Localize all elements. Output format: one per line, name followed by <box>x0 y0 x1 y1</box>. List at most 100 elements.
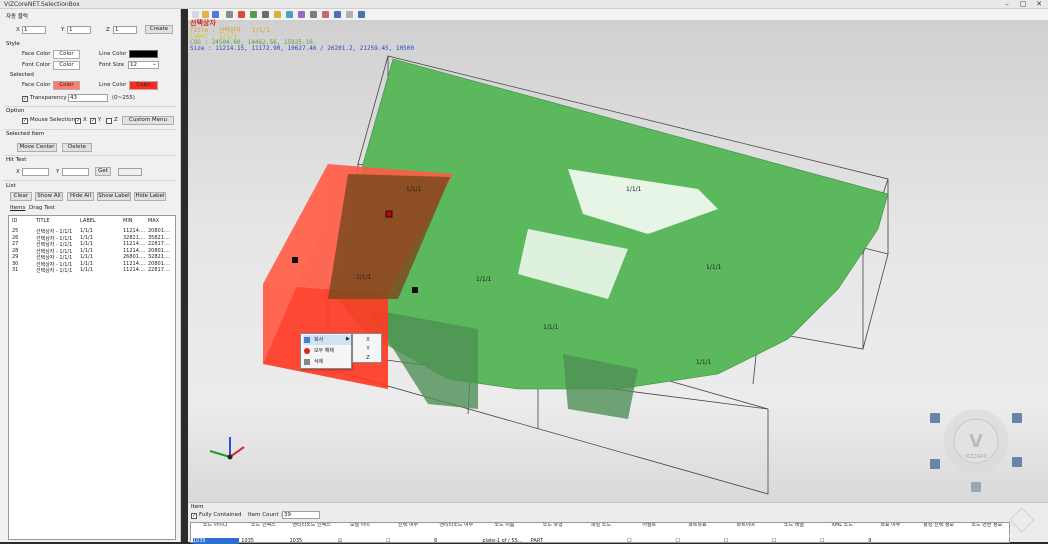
model-view[interactable]: 1/1/1 1/1/1 1/1/1 1/1/1 1/1/1 1/1/1 1/1/… <box>188 9 1048 502</box>
list-cell[interactable]: 11214.... <box>123 228 145 234</box>
sel-line-color-button[interactable]: Color <box>129 81 158 90</box>
list-cell[interactable]: 22817.... <box>148 241 170 247</box>
camera-icon[interactable] <box>286 11 293 18</box>
list-cell[interactable]: 35821.... <box>148 235 170 241</box>
get-button[interactable]: Get <box>95 167 111 176</box>
z-input[interactable]: 1 <box>113 26 137 34</box>
move-center-button[interactable]: Move Center <box>17 143 57 152</box>
grid-cell[interactable]: 9 <box>868 538 914 544</box>
grid-cell[interactable]: ☐ <box>675 538 721 544</box>
face-color-button[interactable]: Color <box>53 50 80 59</box>
grid-header[interactable]: 어셈트 <box>625 523 673 537</box>
list-cell[interactable]: 20801.... <box>148 228 170 234</box>
list-cell[interactable]: 1/1/1 <box>80 248 93 254</box>
grid-header[interactable]: 노드 인덱스 <box>239 523 287 537</box>
grid-header[interactable]: 엔티티노드 인덱스 <box>287 523 335 537</box>
grid-header[interactable]: 파트유효 <box>673 523 721 537</box>
grid-cell[interactable]: ☐ <box>772 538 818 544</box>
grid-header[interactable]: 선택 여부 <box>384 523 432 537</box>
list-header-id[interactable]: ID <box>12 218 17 224</box>
grid-cell[interactable]: 1035 <box>289 538 335 544</box>
settings-icon[interactable] <box>310 11 317 18</box>
grid-cell[interactable]: 1035 <box>241 538 287 544</box>
list-cell[interactable]: 1/1/1 <box>80 241 93 247</box>
sel-face-color-button[interactable]: Color <box>53 81 80 90</box>
render-icon[interactable] <box>250 11 257 18</box>
y-input[interactable]: 1 <box>67 26 91 34</box>
grid-cell[interactable]: ☐ <box>724 538 770 544</box>
font-color-button[interactable]: Color <box>53 61 80 70</box>
custom-menu-button[interactable]: Custom Menu <box>122 116 174 125</box>
tool-icon[interactable] <box>298 11 305 18</box>
grid-cell[interactable] <box>579 538 625 544</box>
save-icon[interactable] <box>212 11 219 18</box>
option-icon[interactable] <box>322 11 329 18</box>
menu-item-copy[interactable]: 복사 <box>303 335 351 345</box>
list-cell[interactable]: 20801.... <box>148 248 170 254</box>
view-cube-icon[interactable] <box>1012 413 1022 423</box>
menu-item-delete[interactable]: 삭제 <box>303 357 351 367</box>
submenu-item-x[interactable]: X <box>353 337 383 343</box>
grip-handle[interactable] <box>385 210 393 218</box>
submenu-item-z[interactable]: Z <box>353 355 383 361</box>
grid-header[interactable]: XML 노드 <box>818 523 866 537</box>
list-cell[interactable]: 31 <box>12 267 18 273</box>
list-cell[interactable]: 11214.... <box>123 241 145 247</box>
view-cube-icon[interactable] <box>1012 457 1022 467</box>
list-cell[interactable]: 25 <box>12 228 18 234</box>
grip-handle[interactable] <box>292 257 298 263</box>
list-cell[interactable]: 26 <box>12 235 18 241</box>
grid-cell[interactable]: ☑ <box>338 538 384 544</box>
line-color-swatch[interactable] <box>129 50 158 58</box>
list-cell[interactable]: 26801.... <box>123 254 145 260</box>
list-header-min[interactable]: MIN <box>123 218 133 224</box>
grid-header[interactable]: 활성 선택 정보 <box>915 523 963 537</box>
grid-header[interactable]: 엔티티노드 여부 <box>432 523 480 537</box>
grid-cell[interactable]: 6 <box>434 538 480 544</box>
list-cell[interactable]: 27 <box>12 241 18 247</box>
grid-header[interactable]: 좌표 여부 <box>866 523 914 537</box>
list-cell[interactable]: 1/1/1 <box>80 254 93 260</box>
open-icon[interactable] <box>202 11 209 18</box>
transparency-input[interactable]: 43 <box>68 94 108 102</box>
list-header-title[interactable]: TITLE <box>36 218 50 224</box>
tab-drag-test[interactable]: Drag Test <box>29 205 55 212</box>
list-header-label[interactable]: LABEL <box>80 218 96 224</box>
hit-y-input[interactable] <box>62 168 89 176</box>
list-header-max[interactable]: MAX <box>148 218 159 224</box>
measure-icon[interactable] <box>226 11 233 18</box>
about-icon[interactable] <box>358 11 365 18</box>
grid-header[interactable]: 노드 이름 <box>480 523 528 537</box>
delete-button[interactable]: Delete <box>62 143 92 152</box>
list-cell[interactable]: 1/1/1 <box>80 235 93 241</box>
view-cube-icon[interactable] <box>930 459 940 469</box>
view-cube-icon[interactable] <box>930 413 940 423</box>
list-cell[interactable]: 32821.... <box>148 254 170 260</box>
grip-handle[interactable] <box>412 287 418 293</box>
hide-all-button[interactable]: Hide All <box>67 192 94 201</box>
hide-label-button[interactable]: Hide Label <box>134 192 166 201</box>
menu-item-clear[interactable]: 모두 해제 <box>303 346 351 356</box>
list-cell[interactable]: 20801.... <box>148 261 170 267</box>
list-cell[interactable]: 1/1/1 <box>80 228 93 234</box>
new-icon[interactable] <box>192 11 199 18</box>
grid-header[interactable]: 노드 아이디 <box>191 523 239 537</box>
list-cell[interactable]: 선택상자 - 1/1/1 <box>36 267 72 274</box>
axis-z-checkbox[interactable] <box>106 118 112 124</box>
maximize-button[interactable]: □ <box>1016 0 1030 9</box>
list-cell[interactable]: 11214.... <box>123 267 145 273</box>
x-input[interactable]: 1 <box>22 26 46 34</box>
show-all-button[interactable]: Show All <box>35 192 63 201</box>
grid-header[interactable]: 노드 레벨 <box>770 523 818 537</box>
axis-y-checkbox[interactable]: ✓ <box>90 118 96 124</box>
create-button[interactable]: Create <box>145 25 173 34</box>
submenu-item-y[interactable]: Y <box>353 346 383 352</box>
grid-cell[interactable]: PART <box>531 538 577 544</box>
grid-header[interactable]: 노드 유형 <box>529 523 577 537</box>
grid-cell[interactable] <box>917 538 963 544</box>
view-cube-icon[interactable] <box>971 482 981 492</box>
list-cell[interactable]: 29 <box>12 254 18 260</box>
list-cell[interactable]: 1/1/1 <box>80 267 93 273</box>
list-cell[interactable]: 11214.... <box>123 261 145 267</box>
view-navigator[interactable]: V VIZZARD <box>944 409 1008 473</box>
